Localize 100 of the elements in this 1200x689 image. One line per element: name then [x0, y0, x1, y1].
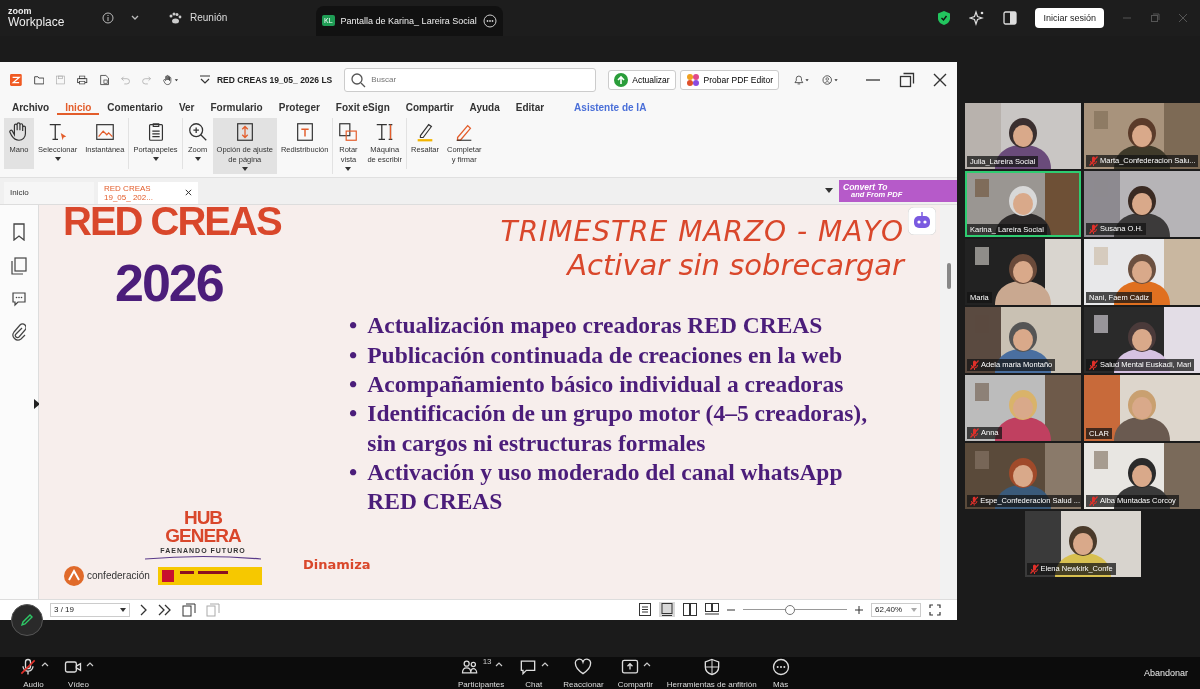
copy-page-icon[interactable] — [182, 602, 196, 617]
share-screen-icon — [619, 657, 640, 677]
heart-icon — [573, 657, 594, 677]
pen-icon — [20, 613, 34, 627]
page-number-field[interactable]: 3 / 19 — [50, 602, 130, 617]
menu-tab[interactable]: Compartir — [397, 100, 462, 116]
bullet-item: • Actualización mapeo creadoras RED CREAS — [349, 311, 824, 341]
participant-count: 13 — [482, 657, 492, 666]
robot-icon[interactable] — [908, 206, 936, 235]
zoom-icon — [186, 120, 209, 143]
menu-tab[interactable]: Foxit eSign — [327, 100, 398, 116]
paperclip-icon[interactable] — [12, 322, 26, 341]
caret-up-icon[interactable] — [41, 661, 49, 667]
caret-down-icon[interactable] — [120, 607, 126, 612]
document-tab[interactable]: Inicio — [4, 181, 94, 204]
caret-up-icon[interactable] — [494, 661, 503, 667]
menu-tab[interactable]: Archivo — [4, 100, 58, 116]
menu-tab[interactable]: Proteger — [270, 100, 328, 116]
shield-icon[interactable] — [937, 9, 952, 26]
menu-tab[interactable]: Comentario — [99, 100, 171, 116]
close-icon[interactable] — [185, 188, 192, 198]
zoom-level-field[interactable]: 62,40% — [871, 602, 921, 617]
control-button[interactable]: Más — [770, 657, 791, 689]
document-tab[interactable]: RED CREAS 19_05_ 202... — [98, 181, 198, 204]
slide-heading: TRIMESTRE MARZO - MAYO — [500, 214, 904, 249]
chevron-down-icon[interactable] — [130, 13, 140, 22]
more-icon — [770, 657, 791, 677]
control-button[interactable]: Vídeo — [63, 657, 94, 689]
document-title: RED CREAS 19_05_ 2026 LS — [217, 74, 333, 85]
control-button[interactable]: Herramientas de anfitrión — [666, 657, 757, 689]
print-icon[interactable] — [77, 72, 88, 87]
control-button[interactable]: Chat — [518, 657, 550, 689]
close-icon[interactable] — [933, 72, 947, 87]
rotate-icon — [337, 120, 360, 143]
slide-subheading: Activar sin sobrecargar — [567, 248, 904, 284]
microphone-muted-icon — [1089, 223, 1098, 234]
expand-arrow-icon[interactable] — [34, 398, 40, 409]
scrollbar[interactable] — [940, 204, 957, 599]
microphone-muted-icon — [1029, 563, 1039, 574]
control-button[interactable]: Compartir — [617, 657, 653, 689]
more-icon[interactable] — [482, 13, 497, 28]
caret-down-icon[interactable] — [194, 156, 201, 161]
caret-down-icon[interactable] — [152, 156, 159, 161]
bullet-item: • Activación y uso moderado del canal whatsApp RED CREAS — [349, 458, 844, 517]
slider-thumb[interactable] — [784, 604, 795, 615]
menu-tab[interactable]: Ayuda — [461, 100, 508, 116]
tab-title: Pantalla de Karina_ Lareira Social — [340, 15, 477, 26]
microphone-muted-icon — [970, 359, 979, 370]
menu-tab[interactable]: Asistente de IA — [566, 100, 655, 116]
two-page-scroll-icon[interactable] — [705, 603, 719, 617]
leave-button[interactable]: Abandonar — [1137, 668, 1194, 678]
sparkle-icon[interactable] — [969, 9, 986, 26]
control-button[interactable]: 13 Participantes — [458, 657, 505, 689]
upload-arrow-icon — [614, 72, 629, 87]
zoom-in-icon[interactable] — [855, 605, 863, 614]
info-icon[interactable] — [102, 11, 114, 24]
control-button[interactable]: Audio — [18, 657, 49, 689]
continuous-page-icon[interactable] — [659, 602, 675, 618]
dots-logo-icon — [685, 72, 700, 87]
menu-tab[interactable]: Ver — [170, 100, 203, 116]
fullscreen-icon[interactable] — [929, 603, 941, 616]
caret-icon[interactable] — [825, 187, 833, 194]
meeting-label[interactable]: Reunión — [190, 12, 228, 24]
caret-down-icon[interactable] — [54, 156, 61, 161]
dinamiza-label: Dinamiza — [303, 556, 371, 572]
microphone-muted-icon — [18, 657, 38, 677]
slide-title: RED CREAS — [63, 204, 281, 241]
caret-up-icon[interactable] — [541, 661, 550, 667]
two-page-icon[interactable] — [683, 603, 697, 617]
caret-up-icon[interactable] — [86, 661, 94, 667]
menu-tab[interactable]: Editar — [507, 100, 553, 116]
sign-in-button[interactable]: Iniciar sesión — [1035, 7, 1104, 28]
comment-icon[interactable] — [11, 290, 27, 307]
caret-down-icon[interactable] — [241, 167, 248, 172]
zoom-slider[interactable] — [743, 604, 847, 615]
bullet-item: • Acompañamiento básico individual a creadoras — [349, 369, 845, 399]
caret-down-icon[interactable] — [345, 167, 352, 172]
partner-logo: confederación — [63, 564, 150, 587]
bullet-item: • Identificación de un grupo motor (4–5 creadoras), sin cargos ni estructuras formales — [349, 399, 869, 458]
try-editor-button[interactable]: Probar PDF Editor — [679, 69, 780, 90]
microphone-muted-icon — [1089, 359, 1098, 370]
control-button[interactable]: Reaccionar — [563, 657, 604, 689]
microphone-muted-icon — [970, 495, 979, 506]
single-page-icon[interactable] — [639, 603, 651, 617]
restore-icon[interactable] — [899, 71, 915, 88]
caret-icon[interactable] — [199, 74, 211, 85]
brand-small-text: zoom — [8, 7, 33, 17]
bookmark-icon[interactable] — [12, 222, 26, 241]
pages-icon[interactable] — [11, 256, 27, 275]
caret-up-icon[interactable] — [642, 661, 651, 667]
bullet-item: • Publicación continuada de creaciones en la web — [349, 340, 844, 370]
panel-icon[interactable] — [1003, 10, 1018, 25]
slide-year: 2026 — [115, 256, 223, 309]
microphone-muted-icon — [1089, 495, 1098, 506]
next-page-icon[interactable] — [140, 603, 148, 616]
update-button[interactable]: Actualizar — [608, 69, 676, 90]
search-field[interactable]: Buscar — [344, 67, 597, 92]
last-page-icon[interactable] — [158, 603, 172, 616]
menu-tab[interactable]: Formulario — [202, 100, 271, 116]
microphone-muted-icon — [1089, 155, 1098, 166]
